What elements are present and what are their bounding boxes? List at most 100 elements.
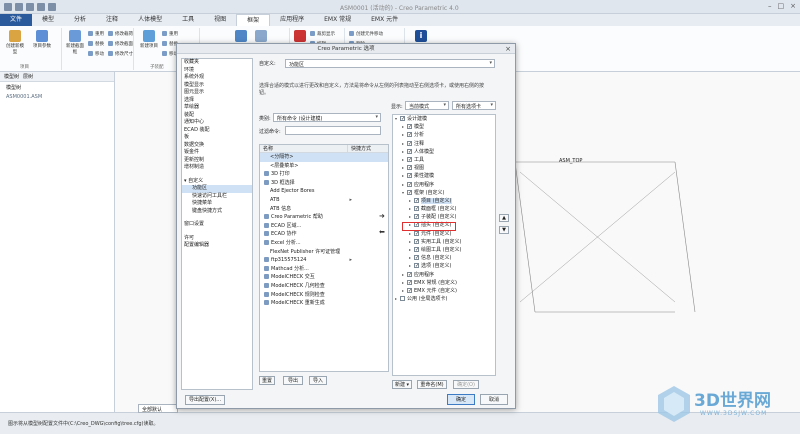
open-file-icon[interactable] [15,3,23,11]
category-customize-item[interactable]: 功能区 [182,185,252,193]
ribbon-tree-node[interactable]: ▸模型 [393,123,495,131]
customize-select[interactable]: 功能区 ▾ [285,59,495,68]
tab-view[interactable]: 视图 [204,14,236,26]
category-item[interactable]: 通知中心 [182,119,252,127]
ribbon-tree-node[interactable]: ▸选项 (自定义) [393,262,495,270]
tree-checkbox[interactable] [400,115,405,123]
reset-button[interactable]: 重置 [259,376,275,385]
import-button[interactable]: 导入 [309,376,327,385]
command-item[interactable]: <分隔符> [260,153,388,162]
tree-checkbox[interactable] [407,181,412,189]
category-select[interactable]: 所有命令 (设计建模) ▾ [273,113,381,122]
ribbon-tree-node[interactable]: ▸项目 (自定义) [393,197,495,205]
tab-emx-components[interactable]: EMX 元件 [361,14,408,26]
info-button[interactable]: i [414,30,428,43]
modify-load-button[interactable]: 修改载荷 [108,31,133,37]
tree-checkbox[interactable] [407,189,412,197]
save-icon[interactable] [26,3,34,11]
dialog-close-icon[interactable]: × [505,44,511,54]
create-model-button[interactable]: 创建新模型 [4,30,26,55]
ribbon-tree-node[interactable]: ▸EMX 元件 (自定义) [393,287,495,295]
new-project-button[interactable]: 新建项目 [138,30,160,49]
clip-display-button[interactable]: 裁剪显示 [310,31,335,37]
category-item[interactable]: 板 [182,134,252,142]
tab-layer-tree[interactable]: 层树 [23,73,33,80]
category-customize[interactable]: ▾ 自定义 [182,178,252,186]
command-item[interactable]: ATB 信息 [260,205,388,214]
tree-checkbox[interactable] [407,140,412,148]
tree-checkbox[interactable] [407,287,412,295]
category-item[interactable]: 数据交换 [182,142,252,150]
category-item[interactable]: 模型显示 [182,82,252,90]
tree-checkbox[interactable] [414,230,419,238]
ribbon-tree-node[interactable]: ▸信息 (自定义) [393,254,495,262]
tree-checkbox[interactable] [407,271,412,279]
tab-manikin[interactable]: 人体模型 [128,14,172,26]
command-item[interactable]: 3D 打印 [260,170,388,179]
category-item[interactable]: 草绘器 [182,104,252,112]
tree-checkbox[interactable] [407,172,412,181]
display-mode-select[interactable]: 当前模式 ▾ [405,101,449,110]
ribbon-tree-node[interactable]: ▸分析 [393,131,495,139]
command-item[interactable]: Add Ejector Bores [260,187,388,196]
command-item[interactable]: ECAD 区域... [260,222,388,231]
tab-applications[interactable]: 应用程序 [270,14,314,26]
tree-checkbox[interactable] [407,164,412,172]
delete-button[interactable] [294,30,306,43]
tab-model[interactable]: 模型 [32,14,64,26]
ribbon-tree-node[interactable]: ▸实用工具 (自定义) [393,238,495,246]
tab-file[interactable]: 文件 [0,14,33,26]
minimize-icon[interactable]: – [768,2,772,10]
tab-framework[interactable]: 框架 [236,14,271,26]
export-button[interactable]: 导出 [283,376,303,385]
column-name[interactable]: 名称 [260,145,348,152]
tree-checkbox[interactable] [407,123,412,131]
command-item[interactable]: FlexNet Publisher 许可证管理 [260,248,388,257]
maximize-icon[interactable]: □ [778,2,785,10]
selection-filter[interactable]: 全部默认 [138,404,178,413]
category-item[interactable]: 更新控制 [182,157,252,165]
reuse-button[interactable]: 重用 [88,31,104,37]
tree-checkbox[interactable] [407,279,412,287]
command-item[interactable]: ModelCHECK 重新生成 [260,299,388,308]
command-item[interactable]: Mathcad 分析... [260,265,388,274]
replace-button[interactable]: 替换 [88,41,104,47]
ribbon-tree-node[interactable]: ▸EMX 常规 (自定义) [393,279,495,287]
ok-button[interactable]: 确定 [447,394,475,405]
add-to-ribbon-arrow-icon[interactable]: ➜ [379,212,385,220]
category-window-settings[interactable]: 窗口设置 [182,221,252,229]
tool-button-a[interactable] [234,30,248,43]
category-item[interactable]: 图元显示 [182,89,252,97]
undo-icon[interactable] [37,3,45,11]
command-item[interactable]: Excel 分析... [260,239,388,248]
command-item[interactable]: ModelCHECK 交互 [260,273,388,282]
rename-button[interactable]: 重命名(M) [417,380,447,389]
tree-checkbox[interactable] [414,213,419,221]
ribbon-tree-node[interactable]: ▸ 公用 (全局选项卡) [393,295,495,303]
new-section-button[interactable]: 新建截面框 [64,30,86,55]
ribbon-tree-node[interactable]: ▸柔性建模 [393,172,495,180]
category-item[interactable]: 收藏夹 [182,59,252,67]
move-down-icon[interactable]: ▼ [499,226,509,234]
command-item[interactable]: <层叠菜单> [260,162,388,171]
command-item[interactable]: ftp315575124 ▸ [260,256,388,265]
category-item[interactable]: ECAD 装配 [182,127,252,135]
command-item[interactable]: ModelCHECK 几何检查 [260,282,388,291]
tree-checkbox[interactable] [400,296,405,302]
ribbon-tree-node[interactable]: ▸子装配 (自定义) [393,213,495,221]
tree-ok-button[interactable]: 确定(O) [453,380,479,389]
category-item[interactable]: 选择 [182,97,252,105]
modify-dim-button[interactable]: 修改尺寸 [108,51,133,57]
cancel-button[interactable]: 取消 [480,394,508,405]
export-config-button[interactable]: 导出配置(X)... [185,395,225,405]
tab-annotate[interactable]: 注释 [96,14,128,26]
redo-icon[interactable] [48,3,56,11]
ribbon-tree-node[interactable]: ▾设计建模 [393,115,495,123]
model-tree-root[interactable]: ASM0001.ASM [0,92,114,102]
command-item[interactable]: ModelCHECK 规则检查 [260,291,388,300]
column-shortcut[interactable]: 快捷方式 [348,145,371,152]
move-button[interactable]: 移动 [88,51,104,57]
category-item[interactable]: 系统外观 [182,74,252,82]
command-item[interactable]: Creo Parametric 帮助 [260,213,388,222]
tree-checkbox[interactable] [414,262,419,271]
